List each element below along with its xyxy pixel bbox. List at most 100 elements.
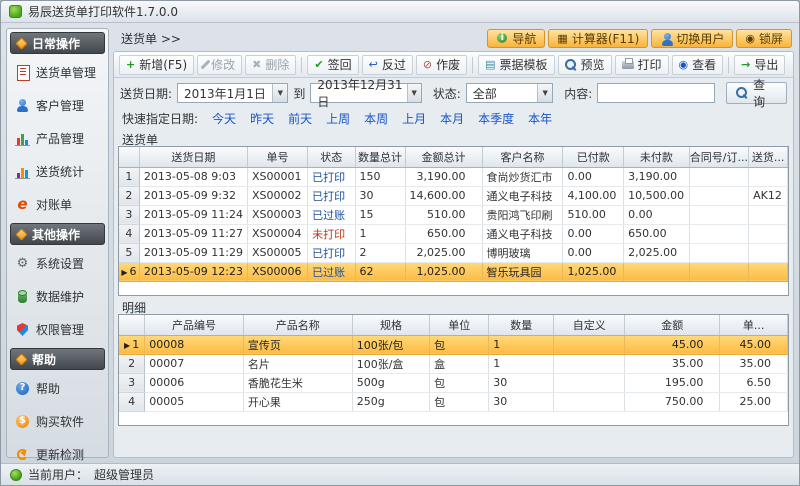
preview-button[interactable]: 预览: [558, 55, 612, 75]
query-button[interactable]: 查询: [726, 82, 787, 104]
sidebar-item-delivery-stats[interactable]: 送货统计: [10, 157, 105, 186]
sidebar-item-label: 更新检测: [36, 446, 84, 463]
sidebar-section-help: 帮助: [10, 348, 105, 370]
sidebar-item-statements[interactable]: 对账单: [10, 190, 105, 219]
table-row[interactable]: ▶100008宣传页100张/包包145.0045.00: [119, 335, 788, 354]
sidebar-item-label: 帮助: [36, 380, 60, 397]
column-header[interactable]: 金额: [625, 315, 720, 335]
cell: 1: [489, 354, 554, 373]
column-header[interactable]: 状态: [308, 147, 355, 167]
orders-section-label: 送货单: [114, 128, 793, 146]
cell: 已过账: [308, 262, 355, 281]
sidebar-item-system-settings[interactable]: 系统设置: [10, 249, 105, 278]
cell: 35.00: [625, 354, 720, 373]
sidebar-item-buy-software[interactable]: 购买软件: [10, 407, 105, 436]
quick-link-this-year[interactable]: 本年: [528, 110, 552, 127]
date-from-select[interactable]: 2013年1月1日 ▼: [177, 83, 288, 103]
column-header[interactable]: 单...: [720, 315, 788, 335]
window-title: 易辰送货单打印软件1.7.0.0: [28, 3, 178, 20]
column-header[interactable]: 客户名称: [482, 147, 563, 167]
row-number: 3: [119, 373, 145, 392]
table-row[interactable]: 400005开心果250g包30750.0025.00: [119, 392, 788, 411]
cell: 4,100.00: [563, 186, 624, 205]
cell: 1,025.00: [563, 262, 624, 281]
delete-button[interactable]: ✖ 删除: [245, 55, 296, 75]
column-header[interactable]: 数量: [489, 315, 554, 335]
sidebar-item-data-maintenance[interactable]: 数据维护: [10, 282, 105, 311]
column-header[interactable]: 产品编号: [145, 315, 244, 335]
table-row[interactable]: 300006香脆花生米500g包30195.006.50: [119, 373, 788, 392]
sidebar-item-customers[interactable]: 客户管理: [10, 91, 105, 120]
template-button[interactable]: ▤ 票据模板: [478, 55, 554, 75]
column-header[interactable]: 已付款: [563, 147, 624, 167]
chevron-down-icon[interactable]: ▼: [537, 84, 552, 102]
column-header[interactable]: 送货日期: [139, 147, 247, 167]
column-header[interactable]: 单位: [430, 315, 489, 335]
void-button[interactable]: ⊘ 作废: [416, 55, 467, 75]
table-row[interactable]: 22013-05-09 9:32XS00002已打印3014,600.00通义电…: [119, 186, 788, 205]
quick-link-today[interactable]: 今天: [212, 110, 236, 127]
date-to-select[interactable]: 2013年12月31日 ▼: [310, 83, 421, 103]
table-row[interactable]: 52013-05-09 11:29XS00005已打印22,025.00博明玻璃…: [119, 243, 788, 262]
content-input[interactable]: [597, 83, 715, 103]
cell: 0.00: [624, 205, 689, 224]
status-label: 状态:: [433, 85, 461, 102]
quick-link-day-before[interactable]: 前天: [288, 110, 312, 127]
switch-user-button[interactable]: 切换用户: [651, 29, 733, 48]
sidebar-item-delivery-orders[interactable]: 送货单管理: [10, 58, 105, 87]
navigation-button[interactable]: 导航: [487, 29, 545, 48]
quick-date-label: 快速指定日期:: [122, 110, 198, 127]
shield-icon: [15, 322, 30, 337]
table-row[interactable]: 32013-05-09 11:24XS00003已过账15510.00贵阳鸿飞印…: [119, 205, 788, 224]
column-header[interactable]: 单号: [247, 147, 307, 167]
table-row[interactable]: 12013-05-08 9:03XS00001已打印1503,190.00食尚炒…: [119, 167, 788, 186]
current-user-label: 当前用户：: [28, 466, 88, 483]
sidebar-item-permissions[interactable]: 权限管理: [10, 315, 105, 344]
column-header[interactable]: 送货...: [749, 147, 788, 167]
section-diamond-icon: [15, 37, 28, 50]
column-header[interactable]: 合同号/订...: [689, 147, 749, 167]
reverse-post-button[interactable]: ↩ 反过: [362, 55, 413, 75]
quick-link-this-month[interactable]: 本月: [440, 110, 464, 127]
column-header[interactable]: 规格: [352, 315, 429, 335]
calculator-button[interactable]: ▦ 计算器(F11): [548, 29, 648, 48]
status-select[interactable]: 全部 ▼: [466, 83, 553, 103]
print-button[interactable]: 打印: [615, 55, 669, 75]
column-header[interactable]: 产品名称: [243, 315, 352, 335]
quick-link-this-quarter[interactable]: 本季度: [478, 110, 514, 127]
cell: 通义电子科技: [482, 186, 563, 205]
row-number: ▶6: [119, 262, 139, 281]
cell: [554, 392, 625, 411]
chevron-down-icon[interactable]: ▼: [272, 84, 287, 102]
column-header[interactable]: 未付款: [624, 147, 689, 167]
cell: 包: [430, 335, 489, 354]
lock-screen-button[interactable]: ◉ 锁屏: [736, 29, 792, 48]
section-diamond-icon: [15, 228, 28, 241]
cell: 6.50: [720, 373, 788, 392]
product-chart-icon: [15, 131, 30, 146]
chevron-down-icon[interactable]: ▼: [407, 84, 421, 102]
sign-back-button[interactable]: ✔ 签回: [307, 55, 358, 75]
quick-link-yesterday[interactable]: 昨天: [250, 110, 274, 127]
refresh-icon: [15, 447, 30, 462]
quick-link-last-week[interactable]: 上周: [326, 110, 350, 127]
table-row[interactable]: 42013-05-09 11:27XS00004未打印1650.00通义电子科技…: [119, 224, 788, 243]
cell: 已过账: [308, 205, 355, 224]
quick-link-this-week[interactable]: 本周: [364, 110, 388, 127]
table-row[interactable]: ▶62013-05-09 12:23XS00006已过账621,025.00智乐…: [119, 262, 788, 281]
new-button[interactable]: + 新增(F5): [119, 55, 194, 75]
row-number: 3: [119, 205, 139, 224]
table-row[interactable]: 200007名片100张/盒盒135.0035.00: [119, 354, 788, 373]
cell: 510.00: [563, 205, 624, 224]
column-header[interactable]: 金额总计: [405, 147, 482, 167]
row-number: 2: [119, 354, 145, 373]
sidebar-item-help[interactable]: 帮助: [10, 374, 105, 403]
quick-link-last-month[interactable]: 上月: [402, 110, 426, 127]
sidebar-item-products[interactable]: 产品管理: [10, 124, 105, 153]
toolbar-separator: [301, 57, 302, 73]
column-header[interactable]: 数量总计: [355, 147, 405, 167]
edit-button[interactable]: 修改: [197, 55, 242, 75]
export-button[interactable]: → 导出: [734, 55, 785, 75]
column-header[interactable]: 自定义: [554, 315, 625, 335]
view-button[interactable]: ◉ 查看: [672, 55, 724, 75]
